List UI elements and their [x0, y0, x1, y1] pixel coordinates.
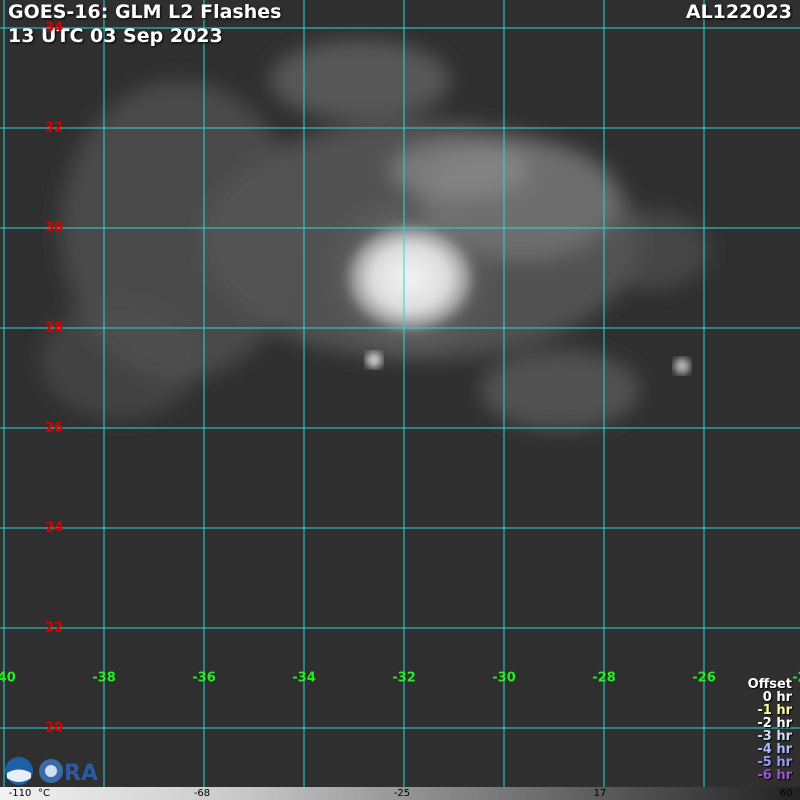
map-timestamp: 13 UTC 03 Sep 2023 — [8, 25, 223, 47]
agency-logos: RA — [5, 757, 98, 786]
legend-item: -6 hr — [757, 768, 792, 783]
cira-logo-icon: RA — [64, 761, 98, 786]
latitude-label: 20 — [44, 720, 64, 736]
longitude-label: -26 — [692, 670, 716, 686]
colorbar-tick-label: -25 — [393, 788, 411, 799]
latitude-label: 26 — [44, 420, 64, 436]
longitude-label: -24 — [792, 670, 800, 686]
longitude-label: -34 — [292, 670, 316, 686]
colorbar-tick-label: 60 — [779, 788, 793, 799]
latitude-label: 24 — [44, 520, 64, 536]
colorbar-tick-label: 17 — [593, 788, 607, 799]
latitude-label: 28 — [44, 320, 64, 336]
longitude-label: -30 — [492, 670, 516, 686]
latitude-label: 34 — [44, 20, 64, 36]
latitude-label: 30 — [44, 220, 64, 236]
longitude-label: -36 — [192, 670, 216, 686]
longitude-label: -40 — [0, 670, 16, 686]
colorbar-unit: °C — [38, 788, 50, 799]
time-offset-legend: Offset 0 hr -1 hr -2 hr -3 hr -4 hr -5 hr -6 h… — [748, 678, 792, 782]
latitude-label: 32 — [44, 120, 64, 136]
longitude-label: -38 — [92, 670, 116, 686]
colorbar-tick-label: -110 — [8, 788, 32, 799]
colorbar-tick-label: -68 — [193, 788, 211, 799]
latitude-label: 22 — [44, 620, 64, 636]
storm-id: AL122023 — [685, 1, 792, 23]
longitude-label: -32 — [392, 670, 416, 686]
longitude-label: -28 — [592, 670, 616, 686]
